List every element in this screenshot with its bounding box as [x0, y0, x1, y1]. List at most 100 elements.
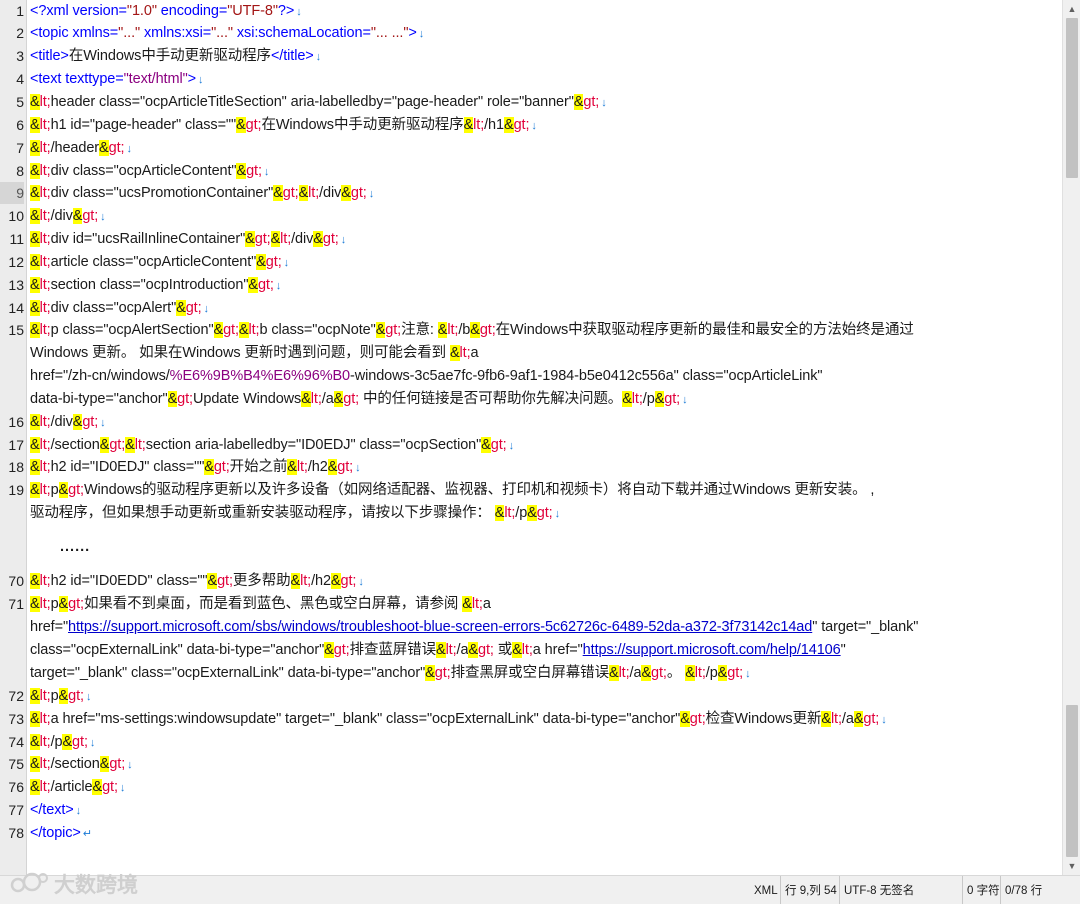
line-end-marker-icon: ↓: [283, 257, 290, 269]
code-line: &lt;h1 id="page-header" class=""&gt;在Win…: [30, 117, 537, 133]
line-end-marker-icon: ↓: [198, 74, 204, 86]
code-line: &lt;a href="ms-settings:windowsupdate" t…: [30, 711, 887, 727]
line-number: 77: [8, 802, 24, 818]
code-editor[interactable]: 1 2 3 4 5 6 7 8 9 10 11 12 13 14 15 16 17 18 19 70 71 72 73 74 7…: [0, 0, 1062, 875]
line-number: 13: [8, 277, 24, 293]
code-link[interactable]: https://support.microsoft.com/sbs/window…: [68, 619, 812, 635]
code-line: &lt;div class="ocpAlert"&gt; ↓: [30, 300, 209, 316]
watermark-text: 大数跨境: [54, 874, 138, 897]
code-line: &lt;article class="ocpArticleContent"&gt…: [30, 254, 290, 270]
line-end-marker-icon: ↓: [745, 668, 751, 680]
line-number: 78: [8, 825, 24, 841]
line-number: 74: [8, 734, 24, 750]
line-number: 18: [8, 459, 24, 475]
line-end-marker-icon: ↓: [315, 51, 322, 63]
line-number: 7: [16, 140, 24, 156]
status-encoding[interactable]: UTF-8 无签名: [839, 876, 918, 904]
line-end-marker-icon: ↓: [682, 394, 688, 406]
line-end-marker-icon: ↓: [355, 462, 361, 474]
code-line: &lt;h2 id="ID0EDJ" class=""&gt;开始之前&lt;/…: [30, 459, 361, 475]
code-line: &lt;p&gt; ↓: [30, 688, 92, 704]
line-number: 6: [16, 117, 24, 133]
line-number: 71: [8, 596, 24, 612]
line-number: 11: [9, 231, 24, 247]
code-line: <topic xmlns="..." xmlns:xsi="..." xsi:s…: [30, 25, 425, 41]
line-end-marker-icon: ↓: [881, 714, 887, 726]
line-end-marker-icon: ↓: [263, 166, 270, 178]
line-number: 12: [8, 254, 24, 270]
line-end-marker-icon: ↓: [127, 759, 133, 771]
line-number: 1: [16, 3, 24, 19]
line-end-marker-icon: ↓: [368, 188, 375, 200]
line-number: 75: [8, 756, 24, 772]
code-link[interactable]: https://support.microsoft.com/help/14106: [583, 642, 841, 658]
line-number: 8: [16, 163, 24, 179]
line-end-marker-icon: ↓: [126, 143, 132, 155]
line-number-gutter: 1 2 3 4 5 6 7 8 9 10 11 12 13 14 15 16 17 18 19 70 71 72 73 74 7…: [0, 0, 27, 875]
code-line: &lt;h2 id="ID0EDD" class=""&gt;更多帮助&lt;/…: [30, 573, 364, 589]
line-end-marker-icon: ↓: [508, 440, 515, 452]
code-line: 驱动程序，但如果想手动更新或重新安装驱动程序，请按以下步骤操作： &lt;/p&…: [30, 505, 561, 521]
code-line: &lt;/section&gt; ↓: [30, 756, 133, 772]
code-line: &lt;/p&gt; ↓: [30, 734, 96, 750]
vertical-scrollbar[interactable]: ▲ ▼: [1062, 0, 1080, 875]
line-number: 72: [8, 688, 24, 704]
line-end-marker-icon: ↓: [601, 97, 607, 109]
line-number: 19: [8, 482, 24, 498]
watermark: 大数跨境: [8, 868, 138, 900]
line-end-marker-icon: ↓: [418, 28, 425, 40]
scroll-up-arrow-icon[interactable]: ▲: [1063, 0, 1080, 18]
code-line: &lt;div class="ocpArticleContent"&gt; ↓: [30, 163, 270, 179]
code-line: &lt;header class="ocpArticleTitleSection…: [30, 94, 607, 110]
watermark-logo-icon: [10, 872, 48, 893]
code-line: </text> ↓: [30, 802, 82, 818]
line-end-marker-icon: ↓: [119, 782, 126, 794]
code-line: &lt;/div&gt; ↓: [30, 414, 106, 430]
scroll-thumb-secondary[interactable]: [1066, 705, 1078, 857]
code-line: &lt;/article&gt; ↓: [30, 779, 126, 795]
code-line: class="ocpExternalLink" data-bi-type="an…: [30, 642, 846, 658]
line-number: 14: [8, 300, 24, 316]
line-number: 15: [8, 322, 24, 338]
line-number: 4: [16, 71, 24, 87]
line-number: 5: [16, 94, 24, 110]
line-end-marker-icon: ↓: [75, 805, 82, 817]
line-end-marker-icon: ↓: [85, 691, 92, 703]
code-line: href="https://support.microsoft.com/sbs/…: [30, 619, 919, 635]
line-end-marker-icon: ↓: [100, 211, 106, 223]
line-end-marker-icon: ↓: [275, 280, 282, 292]
code-line: &lt;p&gt;Windows的驱动程序更新以及许多设备（如网络适配器、监视器…: [30, 482, 875, 498]
code-line: target="_blank" class="ocpExternalLink" …: [30, 665, 751, 681]
code-line: href="/zh-cn/windows/%E6%9B%B4%E6%96%B0-…: [30, 368, 823, 384]
code-line: <title>在Windows中手动更新驱动程序</title> ↓: [30, 48, 322, 64]
line-number: 73: [8, 711, 24, 727]
status-bar: XML 行 9,列 54 UTF-8 无签名 0 字符 0/78 行: [0, 875, 1080, 904]
line-number: 10: [8, 208, 24, 224]
scroll-down-arrow-icon[interactable]: ▼: [1063, 857, 1080, 875]
code-line: <text texttype="text/html"> ↓: [30, 71, 204, 87]
scroll-thumb[interactable]: [1066, 18, 1078, 178]
code-line: &lt;p&gt;如果看不到桌面，而是看到蓝色、黑色或空白屏幕，请参阅 &lt;…: [30, 596, 491, 612]
omitted-lines-ellipsis: ......: [60, 539, 91, 555]
code-line: &lt;/div&gt; ↓: [30, 208, 106, 224]
code-line: &lt;div class="ucsPromotionContainer"&gt…: [30, 185, 375, 201]
code-line: Windows 更新。 如果在Windows 更新时遇到问题，则可能会看到 &l…: [30, 345, 479, 361]
code-line: &lt;/header&gt; ↓: [30, 140, 132, 156]
code-line: <?xml version="1.0" encoding="UTF-8"?> ↓: [30, 3, 302, 19]
code-line: data-bi-type="anchor"&gt;Update Windows&…: [30, 391, 688, 407]
status-line-count: 0/78 行: [1000, 876, 1046, 904]
status-char-count: 0 字符: [962, 876, 1004, 904]
line-number: 2: [16, 25, 24, 41]
line-end-marker-icon: ↓: [531, 120, 537, 132]
code-line: &lt;div id="ucsRailInlineContainer"&gt;&…: [30, 231, 347, 247]
line-number: 16: [8, 414, 24, 430]
status-format: XML: [754, 885, 778, 897]
line-number: 3: [16, 48, 24, 64]
status-position[interactable]: 行 9,列 54: [780, 876, 841, 904]
line-number: 70: [8, 573, 24, 589]
code-line: </topic> ↵: [30, 825, 92, 841]
line-end-marker-icon: ↓: [554, 508, 561, 520]
line-end-marker-icon: ↓: [100, 417, 106, 429]
code-line: &lt;section class="ocpIntroduction"&gt; ↓: [30, 277, 282, 293]
line-number: 17: [8, 437, 24, 453]
